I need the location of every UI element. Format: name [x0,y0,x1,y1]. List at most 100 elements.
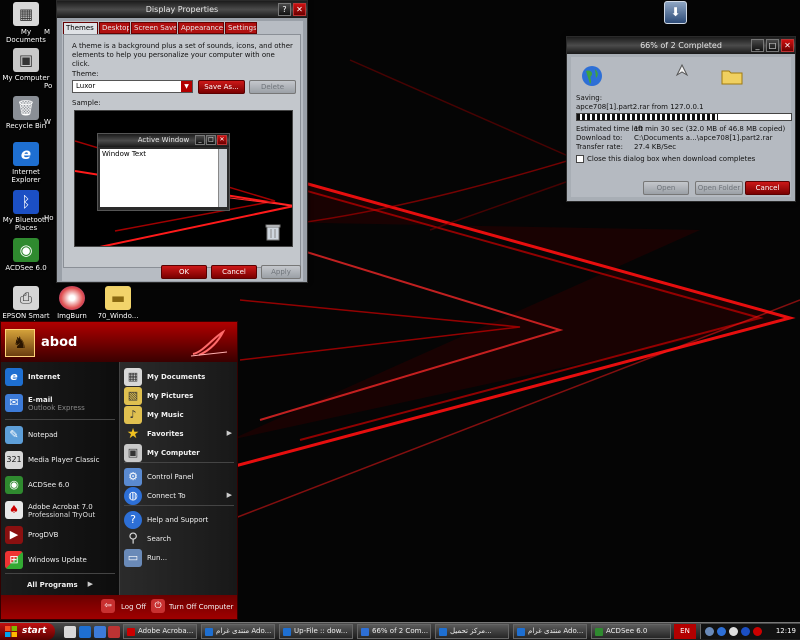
task-upload-center[interactable]: مركز تحميل... [435,624,509,639]
computer-icon: ▣ [124,444,142,462]
tab-settings[interactable]: Settings [225,22,257,34]
start-item-email[interactable]: ✉ E-mail Outlook Express [5,392,117,414]
start-item-windows-update[interactable]: ⊞ Windows Update [5,549,117,571]
open-button[interactable]: Open [643,181,689,195]
task-download-progress[interactable]: 66% of 2 Com... [357,624,431,639]
task-forum-1[interactable]: منتدى غرام Ado... [201,624,275,639]
search-icon: ⚲ [128,531,138,546]
quicklaunch-email-icon[interactable] [94,626,106,638]
antivirus-icon[interactable] [753,627,762,636]
tab-desktop[interactable]: Desktop [99,22,130,34]
theme-select-value: Luxor [76,82,96,90]
help-icon: ? [124,511,142,529]
apply-button[interactable]: Apply [261,265,301,279]
display-properties-body: Themes Desktop Screen Saver Appearance S… [62,21,303,281]
log-off-button[interactable]: ⇦ Log Off [101,596,153,618]
quicklaunch-media-icon[interactable] [108,626,120,638]
chevron-down-icon[interactable]: ▼ [181,81,192,92]
start-right-run[interactable]: ▭ Run... [124,547,236,569]
download-titlebar[interactable]: 66% of 2 Completed _ □ ✕ [567,37,795,54]
desktop-icon-imgburn[interactable]: ImgBurn [46,286,98,320]
ie-icon [283,628,291,636]
all-programs-button[interactable]: All Programs ▶ [21,574,101,596]
music-icon: ♪ [124,406,142,424]
sample-active-window: Active Window _ □ ✕ Window Text [97,133,230,211]
window-title: Display Properties [145,5,219,14]
desktop-icon-acdsee[interactable]: ◉ ACDSee 6.0 [0,238,52,272]
task-forum-2[interactable]: منتدى غرام Ado... [513,624,587,639]
start-right-connect-to[interactable]: ◍ Connect To ▶ [124,485,236,507]
computer-icon: ▣ [13,48,39,72]
start-item-internet[interactable]: e Internet [5,366,117,388]
tab-screen-saver[interactable]: Screen Saver [131,22,177,34]
themes-panel: A theme is a background plus a set of so… [63,34,301,268]
start-item-media-player[interactable]: 321 Media Player Classic [5,449,117,471]
start-item-progdvb[interactable]: ▶ ProgDVB [5,524,117,546]
document-icon: ▦ [124,368,142,386]
transfer-rate-value: 27.4 KB/Sec [634,143,677,151]
theme-select[interactable]: Luxor ▼ [72,80,193,93]
network-icon[interactable] [717,627,726,636]
start-button[interactable]: start [0,623,55,640]
minimize-button[interactable]: _ [751,39,764,52]
ok-button[interactable]: OK [161,265,207,279]
saving-label: Saving: [576,94,603,102]
tab-themes[interactable]: Themes [63,22,98,34]
ie-icon [439,628,447,636]
download-title: 66% of 2 Completed [640,41,722,50]
close-button[interactable]: ✕ [781,39,794,52]
power-icon: ⏻ [151,599,165,613]
download-dialog: 66% of 2 Completed _ □ ✕ Saving: apce708… [566,36,796,202]
quicklaunch-ie-icon[interactable] [79,626,91,638]
cancel-download-button[interactable]: Cancel [745,181,790,195]
cancel-button[interactable]: Cancel [211,265,257,279]
avatar[interactable]: ♞ [5,329,35,357]
desktop-icon-internet-explorer[interactable]: e Internet Explorer [0,142,52,184]
acdsee-icon: ◉ [5,476,23,494]
task-acdsee[interactable]: ACDSee 6.0 [591,624,671,639]
start-menu-footer: ⇦ Log Off ⏻ Turn Off Computer [1,595,237,619]
save-as-button[interactable]: Save As... [198,80,245,94]
close-icon: ✕ [217,135,227,145]
help-button[interactable]: ? [278,3,291,16]
pictures-icon: ▧ [124,387,142,405]
clock: 12:19 [775,627,796,635]
start-item-acrobat[interactable]: ♠ Adobe Acrobat 7.0 Professional TryOut [5,499,117,521]
desktop-icon-folder[interactable]: ▬ 70_Windo... [92,286,144,320]
volume-icon[interactable] [729,627,738,636]
control-panel-icon: ⚙ [124,468,142,486]
open-folder-button[interactable]: Open Folder [695,181,743,195]
media-player-icon: 321 [5,451,23,469]
ie-icon: e [13,142,39,166]
acdsee-icon [595,628,603,636]
user-name: abod [41,335,78,350]
close-button[interactable]: ✕ [293,3,306,16]
start-item-notepad[interactable]: ✎ Notepad [5,424,117,446]
acrobat-icon [127,628,135,636]
start-item-acdsee[interactable]: ◉ ACDSee 6.0 [5,474,117,496]
email-icon: ✉ [5,394,23,412]
globe-icon [582,66,602,86]
bluetooth-icon[interactable] [741,627,750,636]
task-up-file[interactable]: Up-File :: dow... [279,624,353,639]
delete-button[interactable]: Delete [249,80,296,94]
chevron-right-icon: ▶ [226,429,232,437]
progdvb-icon: ▶ [5,526,23,544]
task-acrobat[interactable]: Adobe Acroba... [123,624,197,639]
language-indicator[interactable]: EN [674,624,696,639]
sample-window-title: Active Window [137,136,190,144]
turn-off-button[interactable]: ⏻ Turn Off Computer [151,596,235,618]
maximize-button[interactable]: □ [766,39,779,52]
printer-icon: ⎙ [13,286,39,310]
time-left-value: 10 min 30 sec (32.0 MB of 46.8 MB copied… [634,125,786,133]
display-properties-titlebar[interactable]: Display Properties ? ✕ [57,1,307,18]
tab-appearance[interactable]: Appearance [178,22,224,34]
taskbar: start Adobe Acroba... منتدى غرام Ado... … [0,622,800,640]
separator [124,505,234,506]
start-right-my-computer[interactable]: ▣ My Computer [124,442,236,464]
download-icon[interactable]: ⬇ [664,1,687,24]
close-when-done-checkbox[interactable] [576,155,584,163]
quicklaunch-desktop-icon[interactable] [64,626,76,638]
download-tray-icon[interactable] [705,627,714,636]
separator [5,419,115,420]
